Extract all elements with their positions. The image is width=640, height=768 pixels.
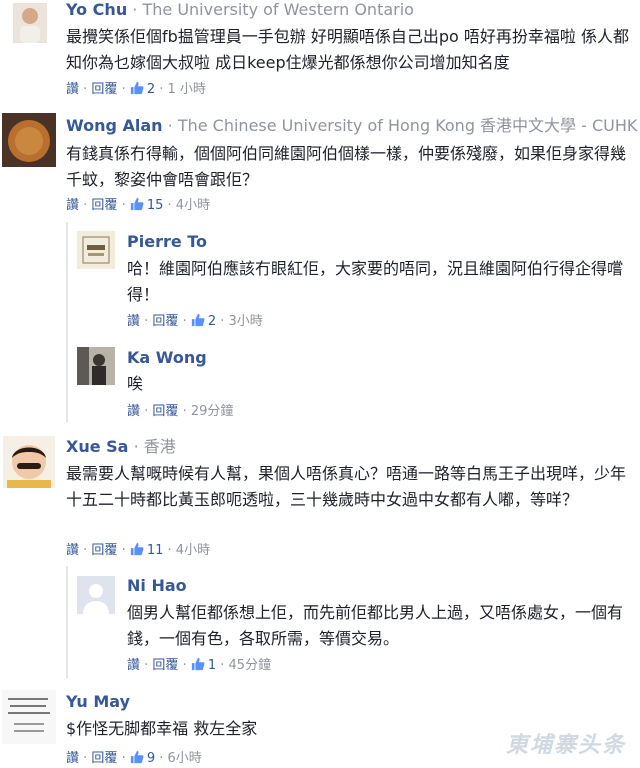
author-affiliation[interactable]: The University of Western Ontario xyxy=(142,0,413,19)
avatar[interactable] xyxy=(77,576,115,614)
author-affiliation[interactable]: The Chinese University of Hong Kong 香港中文… xyxy=(178,116,638,135)
like-link[interactable]: 讚 xyxy=(66,543,79,558)
comment-actions: 讚 · 回覆 · 9 · 6小時 xyxy=(66,750,202,766)
like-count[interactable]: 1 xyxy=(191,657,217,673)
comment-text: 唉 xyxy=(127,374,144,393)
reply-link[interactable]: 回覆 xyxy=(91,751,117,766)
comment-text: 最需要人幫嘅時候有人幫，果個人唔係真心？唔通一路等白馬王子出現咩，少年十五二十時… xyxy=(66,464,627,509)
avatar[interactable] xyxy=(77,231,115,269)
comment-actions: 讚 · 回覆 · 2 · 1 小時 xyxy=(66,81,206,97)
user-photo-icon xyxy=(77,347,115,385)
thumbs-up-icon xyxy=(130,81,144,95)
user-photo-icon xyxy=(77,231,115,269)
reply-link[interactable]: 回覆 xyxy=(152,314,178,329)
author-name[interactable]: Yu May xyxy=(66,692,130,711)
avatar[interactable] xyxy=(2,113,56,167)
timestamp[interactable]: 29分鐘 xyxy=(191,404,234,419)
comment-actions: 讚 · 回覆 · 2 · 3小時 xyxy=(127,313,263,329)
reply-link[interactable]: 回覆 xyxy=(152,404,178,419)
like-count[interactable]: 15 xyxy=(130,197,164,213)
like-count[interactable]: 2 xyxy=(191,313,217,329)
avatar[interactable] xyxy=(77,347,115,385)
user-photo-icon xyxy=(3,436,55,488)
like-count-value: 15 xyxy=(146,198,164,213)
comment-text: 哈！維園阿伯應該冇眼紅佢，大家要的唔同，況且維園阿伯行得企得嚐得！ xyxy=(127,259,624,304)
thumbs-up-icon xyxy=(191,313,205,327)
comment-actions: 讚 · 回覆 · 1 · 45分鐘 xyxy=(127,657,272,673)
default-avatar-icon xyxy=(77,576,115,614)
comment-text: 最攪笑係佢個fb揾管理員一手包辦 好明顯唔係自己出po 唔好再扮幸福啦 係人都知… xyxy=(66,27,629,72)
separator: · xyxy=(133,437,139,456)
thumbs-up-icon xyxy=(130,750,144,764)
author-name[interactable]: Ni Hao xyxy=(127,576,187,595)
comment-actions: 讚 · 回覆 · 15 · 4小時 xyxy=(66,197,211,213)
like-count[interactable]: 11 xyxy=(130,542,164,558)
thumbs-up-icon xyxy=(191,657,205,671)
user-photo-icon xyxy=(2,113,56,167)
reply-link[interactable]: 回覆 xyxy=(91,198,117,213)
like-count-value: 2 xyxy=(207,314,217,329)
author-name[interactable]: Xue Sa xyxy=(66,437,128,456)
avatar[interactable] xyxy=(13,3,47,43)
timestamp[interactable]: 3小時 xyxy=(229,314,263,329)
reply-thread-line xyxy=(66,566,68,678)
like-count[interactable]: 2 xyxy=(130,81,156,97)
comment-actions: 讚 · 回覆 · 11 · 4小時 xyxy=(66,542,211,558)
like-link[interactable]: 讚 xyxy=(127,404,140,419)
like-link[interactable]: 讚 xyxy=(66,751,79,766)
reply-thread-line xyxy=(66,222,68,422)
timestamp[interactable]: 4小時 xyxy=(176,543,210,558)
like-link[interactable]: 讚 xyxy=(127,658,140,673)
like-count[interactable]: 9 xyxy=(130,750,156,766)
like-count-value: 9 xyxy=(146,751,156,766)
thumbs-up-icon xyxy=(130,197,144,211)
like-count-value: 1 xyxy=(207,658,217,673)
timestamp[interactable]: 4小時 xyxy=(176,198,210,213)
comment-actions: 讚 · 回覆 · 29分鐘 xyxy=(127,404,234,419)
like-link[interactable]: 讚 xyxy=(66,198,79,213)
author-name[interactable]: Pierre To xyxy=(127,232,207,251)
author-location[interactable]: 香港 xyxy=(144,437,176,456)
separator: · xyxy=(132,0,138,19)
like-link[interactable]: 讚 xyxy=(127,314,140,329)
reply-link[interactable]: 回覆 xyxy=(91,543,117,558)
avatar[interactable] xyxy=(2,690,56,744)
like-count-value: 2 xyxy=(146,82,156,97)
avatar[interactable] xyxy=(3,436,55,488)
timestamp[interactable]: 6小時 xyxy=(168,751,202,766)
author-name[interactable]: Yo Chu xyxy=(66,0,127,19)
user-photo-icon xyxy=(2,690,56,744)
reply-link[interactable]: 回覆 xyxy=(91,82,117,97)
reply-link[interactable]: 回覆 xyxy=(152,658,178,673)
thumbs-up-icon xyxy=(130,542,144,556)
like-link[interactable]: 讚 xyxy=(66,82,79,97)
like-count-value: 11 xyxy=(146,543,164,558)
timestamp[interactable]: 1 小時 xyxy=(168,82,206,97)
author-name[interactable]: Wong Alan xyxy=(66,116,163,135)
timestamp[interactable]: 45分鐘 xyxy=(229,658,272,673)
author-name[interactable]: Ka Wong xyxy=(127,348,207,367)
comment-text: 個男人幫佢都係想上佢，而先前佢都比男人上過，又唔係處女，一個有錢，一個有色，各取… xyxy=(127,603,624,648)
watermark: 東埔寨头条 xyxy=(505,733,626,758)
comment-text: 有錢真係冇得輸，個個阿伯同維園阿伯個樣一樣，仲要係殘廢，如果佢身家得幾千蚊，黎姿… xyxy=(66,144,627,189)
user-photo-icon xyxy=(13,3,47,43)
separator: · xyxy=(167,116,173,135)
